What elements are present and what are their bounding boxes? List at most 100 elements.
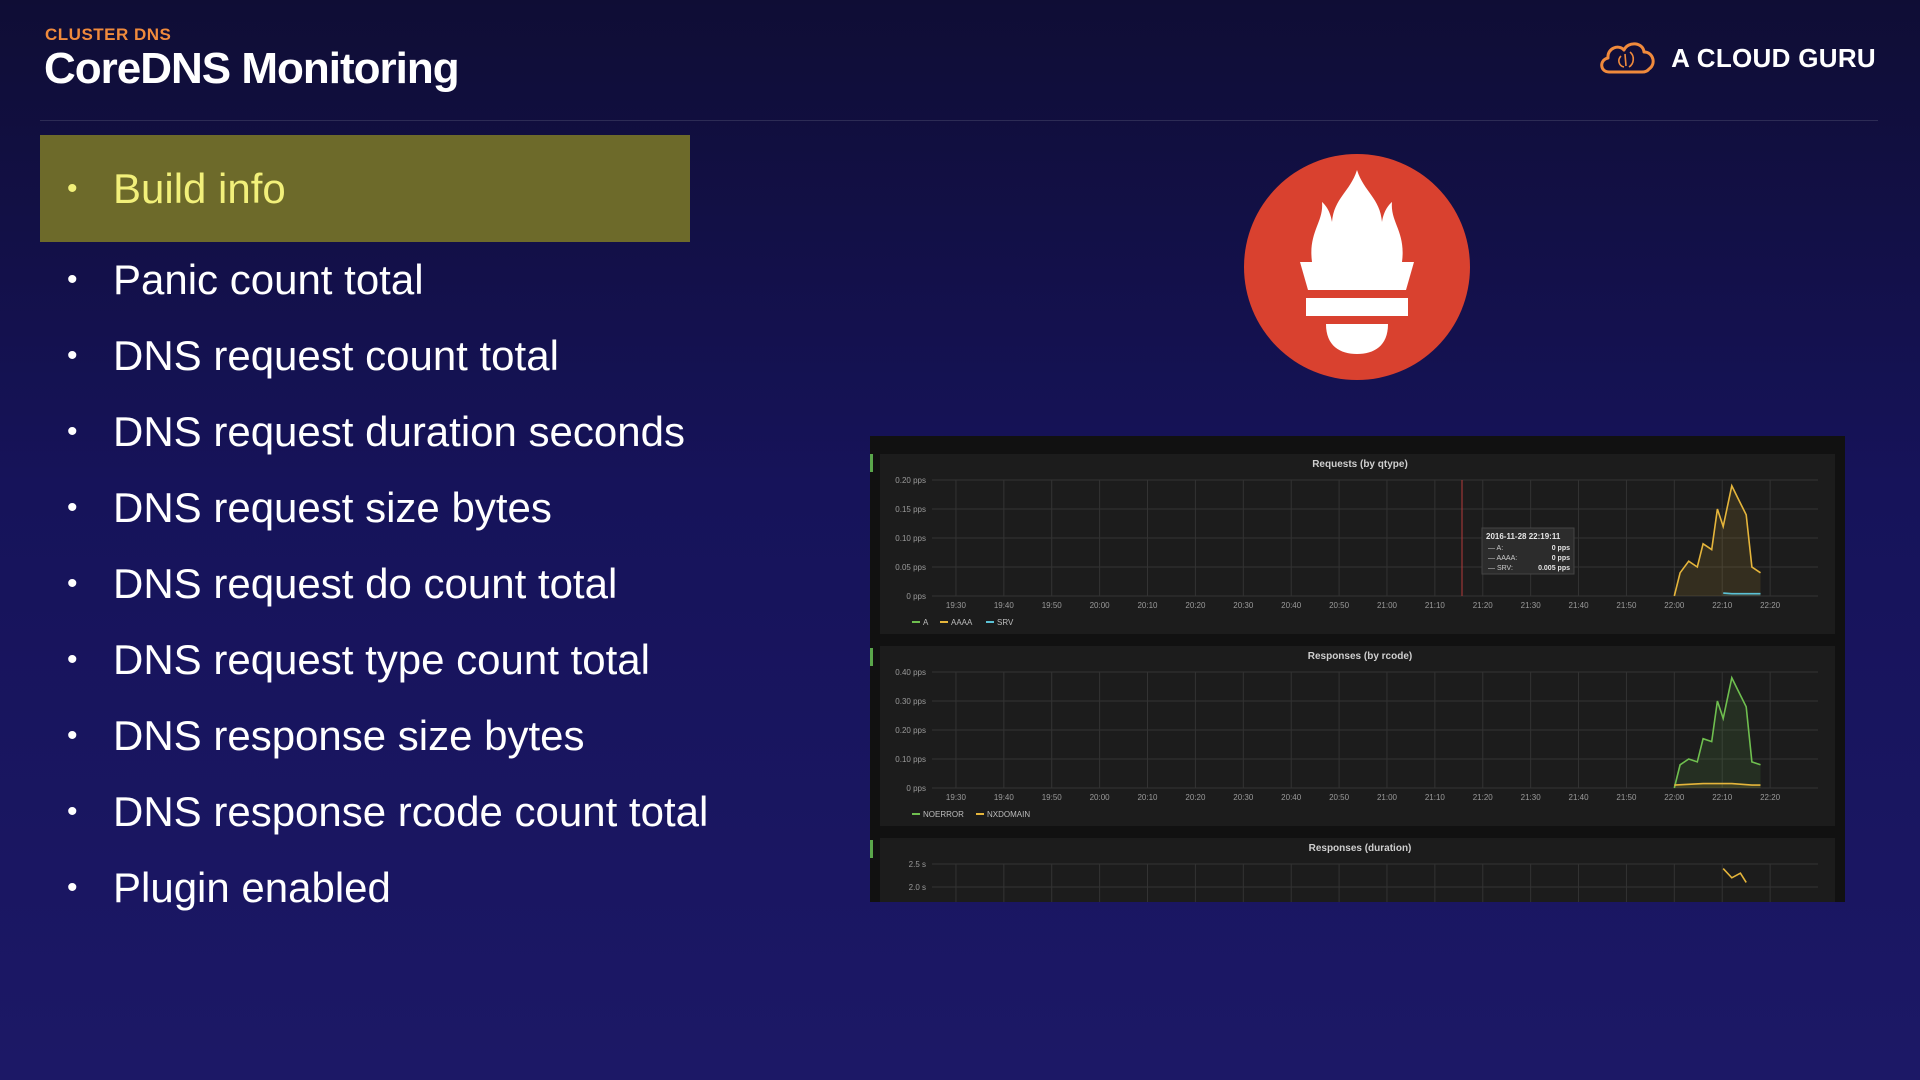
x-tick-label: 19:40 [994,601,1015,610]
legend-label: AAAA [951,618,973,627]
legend-label: NXDOMAIN [987,810,1030,819]
x-tick-label: 21:20 [1473,601,1494,610]
x-tick-label: 20:50 [1329,793,1350,802]
bullet-dot: • [67,719,78,752]
x-tick-label: 21:30 [1521,793,1542,802]
bullet-item: • DNS request size bytes [40,470,740,546]
x-tick-label: 21:50 [1616,793,1637,802]
bullet-dot: • [67,643,78,676]
tooltip-value: 0 pps [1552,545,1570,552]
x-tick-label: 19:50 [1042,793,1063,802]
tooltip-series: — AAAA: [1488,555,1517,562]
bullet-label: DNS response rcode count total [113,788,709,835]
bullet-item: • DNS response size bytes [40,698,740,774]
x-tick-label: 22:20 [1760,601,1781,610]
bullet-label: DNS request duration seconds [113,408,685,455]
bullet-label: DNS request do count total [113,560,618,607]
bullet-dot: • [67,415,78,448]
bullet-dot: • [67,171,78,205]
y-tick-label: 0 pps [906,592,926,601]
y-tick-label: 2.5 s [909,860,926,869]
chart-title: Responses (by rcode) [1308,651,1412,662]
section-eyebrow: CLUSTER DNS [45,25,172,44]
legend-label: SRV [997,618,1014,627]
bullet-dot: • [67,491,78,524]
x-tick-label: 20:00 [1090,601,1111,610]
y-tick-label: 0.20 pps [895,726,926,735]
bullet-dot: • [67,795,78,828]
prometheus-logo [1242,152,1472,382]
header-divider [40,120,1878,121]
bullet-dot: • [67,263,78,296]
bullet-item: • Build info [40,135,690,242]
y-tick-label: 0.10 pps [895,534,926,543]
x-tick-label: 21:40 [1569,601,1590,610]
x-tick-label: 21:00 [1377,601,1398,610]
tooltip-value: 0 pps [1552,555,1570,562]
prometheus-torch-icon [1244,154,1470,380]
x-tick-label: 19:50 [1042,601,1063,610]
x-tick-label: 21:10 [1425,793,1446,802]
slide-title: CoreDNS Monitoring [44,44,460,93]
x-tick-label: 20:10 [1137,601,1158,610]
tooltip-series: — SRV: [1488,565,1513,572]
x-tick-label: 20:10 [1137,793,1158,802]
y-tick-label: 0.20 pps [895,476,926,485]
series-area [1674,677,1761,788]
x-tick-label: 22:10 [1712,793,1733,802]
series-area [1674,485,1761,596]
metrics-list: • Build info • Panic count total • DNS reques… [40,135,740,926]
x-tick-label: 20:00 [1090,793,1111,802]
y-tick-label: 0.40 pps [895,668,926,677]
series-line [1723,592,1761,595]
x-tick-label: 20:30 [1233,601,1254,610]
tooltip-value: 0.005 pps [1538,565,1570,572]
cloud-brain-icon [1600,42,1655,74]
x-tick-label: 21:30 [1521,601,1542,610]
x-tick-label: 22:10 [1712,601,1733,610]
x-tick-label: 20:40 [1281,793,1302,802]
y-tick-label: 0 pps [906,784,926,793]
x-tick-label: 22:00 [1664,793,1685,802]
x-tick-label: 22:00 [1664,601,1685,610]
x-tick-label: 20:20 [1185,601,1206,610]
x-tick-label: 21:10 [1425,601,1446,610]
brand-name: A CLOUD GURU [1671,42,1876,73]
bullet-label: DNS request count total [113,332,559,379]
chart-title: Requests (by qtype) [1312,459,1408,470]
tooltip-time: 2016-11-28 22:19:11 [1486,532,1561,541]
x-tick-label: 21:20 [1473,793,1494,802]
x-tick-label: 19:40 [994,793,1015,802]
y-tick-label: 0.15 pps [895,505,926,514]
x-tick-label: 19:30 [946,793,967,802]
bullet-item: • Panic count total [40,242,740,318]
bullet-dot: • [67,871,78,904]
bullet-label: DNS response size bytes [113,712,585,759]
y-tick-label: 0.05 pps [895,563,926,572]
bullet-item: • DNS response rcode count total [40,774,740,850]
x-tick-label: 20:50 [1329,601,1350,610]
bullet-item: • Plugin enabled [40,850,740,926]
bullet-item: • DNS request duration seconds [40,394,740,470]
bullet-dot: • [67,339,78,372]
bullet-label: Build info [113,164,286,212]
x-tick-label: 21:40 [1569,793,1590,802]
chart-title: Responses (duration) [1309,843,1412,854]
legend-label: NOERROR [923,810,964,819]
y-tick-label: 2.0 s [909,883,926,892]
x-tick-label: 20:40 [1281,601,1302,610]
x-tick-label: 20:20 [1185,793,1206,802]
y-tick-label: 0.30 pps [895,697,926,706]
bullet-label: Plugin enabled [113,864,391,911]
bullet-dot: • [67,567,78,600]
bullet-label: DNS request size bytes [113,484,552,531]
grafana-dashboard: Requests (by qtype) 0.20 pps 0.15 pps 0.10 … [870,436,1845,902]
series-line [1722,868,1747,883]
bullet-item: • DNS request do count total [40,546,740,622]
legend-label: A [923,618,929,627]
tooltip-series: — A: [1488,545,1503,552]
bullet-item: • DNS request count total [40,318,740,394]
x-tick-label: 21:50 [1616,601,1637,610]
dashboard-charts: Requests (by qtype) 0.20 pps 0.15 pps 0.10 … [895,459,1818,902]
x-tick-label: 22:20 [1760,793,1781,802]
